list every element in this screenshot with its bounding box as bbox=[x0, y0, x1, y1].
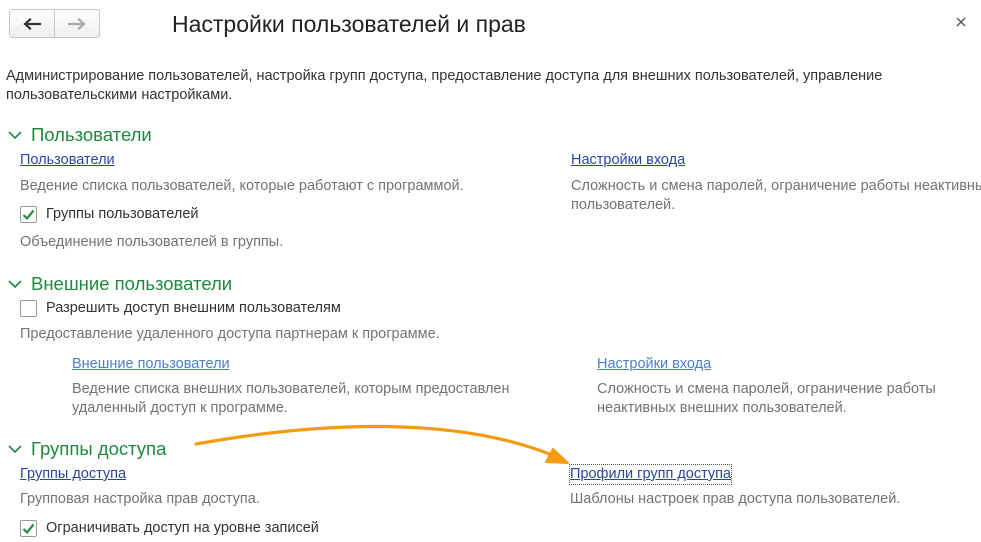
arrow-right-icon bbox=[68, 17, 86, 30]
section-users-title: Пользователи bbox=[31, 124, 152, 145]
user-groups-checkbox-row[interactable]: Группы пользователей bbox=[20, 205, 198, 224]
user-groups-hint: Объединение пользователей в группы. bbox=[20, 234, 284, 250]
login-settings-hint: Сложность и смена паролей, ограничение р… bbox=[571, 178, 981, 213]
section-access-groups-title: Группы доступа bbox=[31, 438, 167, 459]
user-groups-label: Группы пользователей bbox=[46, 206, 199, 222]
checkmark-icon bbox=[22, 209, 35, 220]
section-external-header[interactable]: Внешние пользователи bbox=[8, 272, 232, 296]
access-groups-hint: Групповая настройка прав доступа. bbox=[20, 491, 260, 507]
section-users-header[interactable]: Пользователи bbox=[8, 123, 152, 147]
external-users-hint: Ведение списка внешних пользователей, ко… bbox=[72, 381, 510, 416]
annotation-arrow-line bbox=[194, 424, 554, 457]
access-group-profiles-link[interactable]: Профили групп доступа bbox=[568, 464, 733, 485]
external-login-settings-link[interactable]: Настройки входа bbox=[597, 355, 711, 374]
access-groups-link[interactable]: Группы доступа bbox=[20, 465, 126, 484]
record-level-label: Ограничивать доступ на уровне записей bbox=[46, 520, 319, 536]
checkmark-icon bbox=[22, 523, 35, 534]
annotation-arrow-head bbox=[545, 448, 569, 464]
allow-external-label: Разрешить доступ внешним пользователям bbox=[46, 300, 341, 316]
arrow-left-icon bbox=[23, 17, 41, 30]
section-external-title: Внешние пользователи bbox=[31, 273, 233, 294]
chevron-down-icon bbox=[8, 279, 22, 288]
page-description: Администрирование пользователей, настрой… bbox=[6, 68, 883, 103]
chevron-down-icon bbox=[8, 130, 22, 139]
close-icon bbox=[956, 17, 966, 27]
forward-button[interactable] bbox=[54, 10, 99, 37]
login-settings-link[interactable]: Настройки входа bbox=[571, 151, 685, 170]
allow-external-hint: Предоставление удаленного доступа партне… bbox=[20, 326, 440, 342]
page-title: Настройки пользователей и прав bbox=[172, 11, 526, 37]
allow-external-checkbox-row[interactable]: Разрешить доступ внешним пользователям bbox=[20, 299, 341, 318]
record-level-checkbox[interactable] bbox=[20, 520, 37, 537]
user-groups-checkbox[interactable] bbox=[20, 206, 37, 223]
navigation-buttons bbox=[9, 9, 100, 38]
section-access-groups-header[interactable]: Группы доступа bbox=[8, 437, 166, 461]
external-login-settings-hint: Сложность и смена паролей, ограничение р… bbox=[597, 381, 936, 416]
users-link[interactable]: Пользователи bbox=[20, 151, 115, 170]
back-button[interactable] bbox=[10, 10, 54, 37]
external-users-link[interactable]: Внешние пользователи bbox=[72, 355, 230, 374]
record-level-checkbox-row[interactable]: Ограничивать доступ на уровне записей bbox=[20, 519, 319, 538]
chevron-down-icon bbox=[8, 444, 22, 453]
close-button[interactable] bbox=[951, 12, 971, 32]
access-group-profiles-hint: Шаблоны настроек прав доступа пользовате… bbox=[570, 491, 901, 507]
users-hint: Ведение списка пользователей, которые ра… bbox=[20, 178, 464, 194]
allow-external-checkbox[interactable] bbox=[20, 300, 37, 317]
